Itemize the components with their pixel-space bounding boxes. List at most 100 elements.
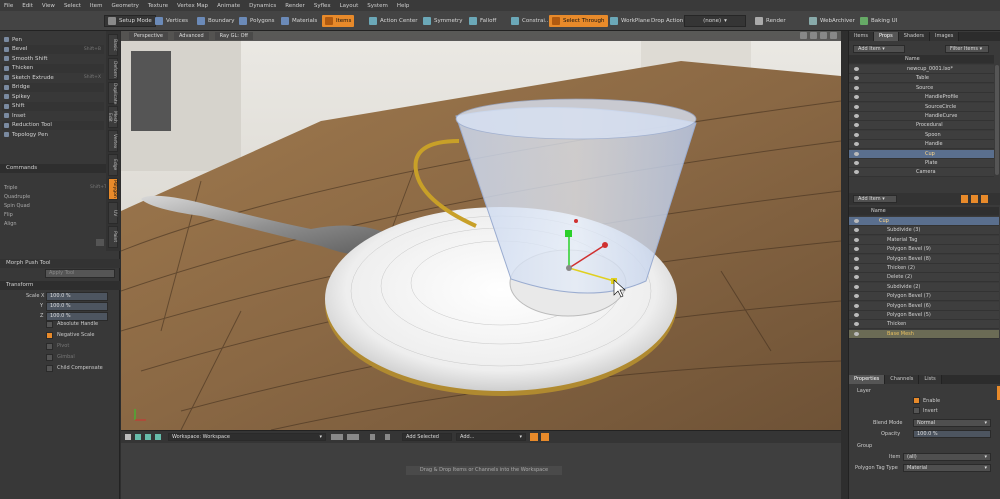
tool-item[interactable]: Reduction Tool <box>2 120 104 130</box>
filter-items-button[interactable]: Filter Items ▾ <box>945 45 989 53</box>
tab-channels[interactable]: Channels <box>885 375 920 384</box>
eye-icon[interactable] <box>854 151 859 156</box>
command-item[interactable]: Spin Quad <box>4 202 104 210</box>
tree-item[interactable]: Handle <box>849 140 994 150</box>
tree-item[interactable]: Source <box>849 83 994 93</box>
option-checkbox[interactable] <box>46 365 53 372</box>
tool-item[interactable]: Sketch Extrude Shift+X <box>2 73 104 82</box>
mesh-op-item[interactable]: Polygon Bevel (9) <box>849 245 999 255</box>
tool-item[interactable]: Bridge <box>2 82 104 92</box>
menu-item-geometry[interactable]: Geometry <box>111 3 138 9</box>
falloff-button[interactable]: Falloff <box>466 15 499 27</box>
items-button[interactable]: Items <box>322 15 355 27</box>
menu-item-file[interactable]: File <box>4 3 13 9</box>
tab-images[interactable]: Images <box>930 32 960 41</box>
tree-item[interactable]: Table <box>849 74 994 84</box>
tab-edge[interactable]: Edge <box>108 154 118 176</box>
tab-items[interactable]: Items <box>849 32 874 41</box>
tool-item[interactable]: Topology Pen <box>2 130 104 139</box>
tree-item[interactable]: HandleProfile <box>849 93 994 103</box>
polygons-button[interactable]: Polygons <box>236 15 277 27</box>
viewport-mode-2[interactable]: Ray GL: Off <box>214 32 253 40</box>
tab-polygon[interactable]: Polygon <box>108 178 118 200</box>
mesh-op-item[interactable]: Polygon Bevel (6) <box>849 301 999 311</box>
tool-item[interactable]: Smooth Shift <box>2 54 104 63</box>
layout-grid-icon[interactable] <box>331 434 343 440</box>
tab-lists[interactable]: Lists <box>919 375 942 384</box>
command-item[interactable]: Quadruple <box>4 193 104 201</box>
center-icon[interactable] <box>385 434 390 440</box>
link-icon[interactable] <box>145 434 151 440</box>
mesh-op-item[interactable]: Thicken <box>849 320 999 330</box>
render-button[interactable]: Render <box>752 15 789 27</box>
close-icon[interactable] <box>541 433 549 441</box>
tool-item[interactable]: Shift <box>2 101 104 111</box>
tab-paint[interactable]: Paint <box>108 226 118 248</box>
tool-item[interactable]: Inset <box>2 111 104 120</box>
tool-item[interactable]: Thicken <box>2 63 104 73</box>
mesh-op-item[interactable]: Subdivide (2) <box>849 282 999 292</box>
eye-icon[interactable] <box>854 256 859 261</box>
menu-item-animate[interactable]: Animate <box>217 3 240 9</box>
zoom-view-icon[interactable] <box>820 32 827 39</box>
menu-item-render[interactable]: Render <box>285 3 305 9</box>
mesh-add-item-button[interactable]: Add Item ▾ <box>853 195 897 203</box>
command-item[interactable]: Triple <box>4 184 104 192</box>
menu-item-syflex[interactable]: Syflex <box>314 3 331 9</box>
setup-mode-button[interactable]: Setup Mode <box>104 15 156 27</box>
tab-deform[interactable]: Deform <box>108 58 118 80</box>
tab-mesh-edit[interactable]: Mesh Edit <box>107 106 118 128</box>
tab-duplicate[interactable]: Duplicate <box>108 82 118 104</box>
tab-shaders[interactable]: Shaders <box>898 32 931 41</box>
option-checkbox[interactable] <box>46 332 53 339</box>
tree-item[interactable]: Camera <box>849 168 994 178</box>
tree-item[interactable]: Spoon <box>849 130 994 140</box>
constrain-button[interactable]: Constrai... <box>508 15 553 27</box>
eye-icon[interactable] <box>854 303 859 308</box>
materials-button[interactable]: Materials <box>278 15 320 27</box>
tool-item[interactable]: Pen <box>2 35 104 44</box>
tree-item[interactable]: Procedural <box>849 121 994 131</box>
invert-checkbox[interactable] <box>913 407 920 414</box>
eye-icon[interactable] <box>854 237 859 242</box>
mesh-op-item[interactable]: Base Mesh <box>849 329 999 339</box>
enable-checkbox[interactable] <box>913 397 920 404</box>
add-selected-button[interactable]: Add Selected <box>402 433 452 441</box>
drop-action-select[interactable]: (none) ▾ <box>684 15 746 27</box>
tab-props[interactable]: Props <box>874 32 899 41</box>
workplane-button[interactable]: WorkPlane <box>607 15 653 27</box>
menu-item-layout[interactable]: Layout <box>340 3 359 9</box>
symmetry-button[interactable]: Symmetry <box>420 15 466 27</box>
fit-icon[interactable] <box>370 434 375 440</box>
items-scrollbar[interactable] <box>995 65 999 175</box>
tab-basic[interactable]: Basic <box>108 34 118 56</box>
mesh-op-item[interactable]: Polygon Bevel (5) <box>849 311 999 320</box>
record-icon[interactable] <box>530 433 538 441</box>
menu-item-dynamics[interactable]: Dynamics <box>249 3 276 9</box>
polygon-tag-type-select[interactable]: Material ▾ <box>903 464 991 472</box>
3d-viewport[interactable]: Perspective Advanced Ray GL: Off <box>121 31 841 430</box>
scale-z-field[interactable]: 100.0 % <box>46 312 108 321</box>
eye-icon[interactable] <box>854 161 859 165</box>
command-item[interactable]: Align <box>4 220 104 228</box>
command-item[interactable]: Flip <box>4 211 104 219</box>
tab-properties[interactable]: Properties <box>849 375 886 384</box>
refresh-icon[interactable] <box>135 434 141 440</box>
blend-mode-select[interactable]: Normal ▾ <box>913 419 991 427</box>
option-checkbox[interactable] <box>46 321 53 328</box>
scale-x-field[interactable]: 100.0 % <box>46 292 108 301</box>
menu-item-system[interactable]: System <box>367 3 388 9</box>
workspace-select[interactable]: Workspace: Workspace ▾ <box>168 433 326 441</box>
scale-y-field[interactable]: 100.0 % <box>46 302 108 311</box>
m-button[interactable] <box>961 195 968 203</box>
layout-list-icon[interactable] <box>347 434 359 440</box>
mesh-op-item[interactable]: Subdivide (3) <box>849 226 999 236</box>
s-button[interactable] <box>981 195 988 203</box>
action-center-button[interactable]: Action Center <box>366 15 421 27</box>
menu-item-select[interactable]: Select <box>64 3 81 9</box>
menu-item-help[interactable]: Help <box>397 3 410 9</box>
menu-item-vertex-map[interactable]: Vertex Map <box>177 3 208 9</box>
eye-icon[interactable] <box>854 284 859 289</box>
apply-tool-button[interactable]: Apply Tool <box>45 269 115 278</box>
eye-icon[interactable] <box>854 331 859 336</box>
